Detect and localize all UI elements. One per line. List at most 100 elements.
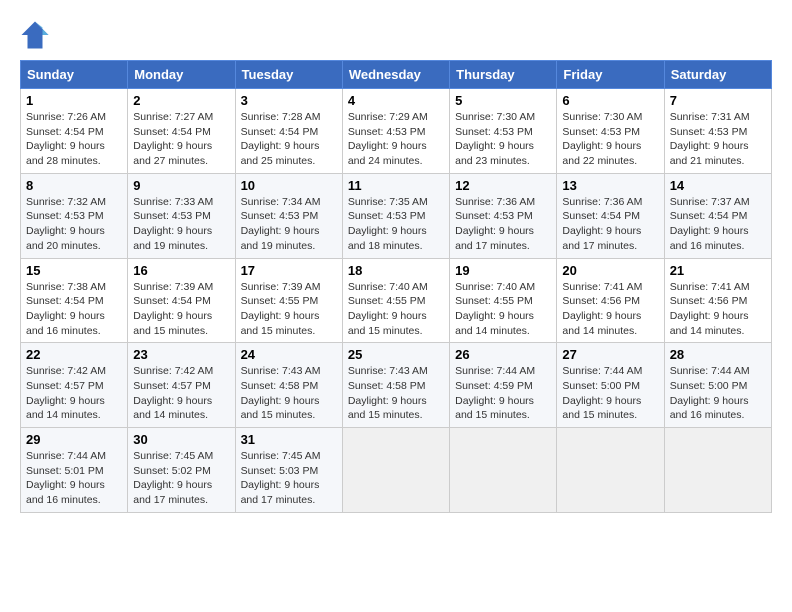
day-info: Sunrise: 7:35 AMSunset: 4:53 PMDaylight:…	[348, 195, 444, 254]
calendar-cell: 18 Sunrise: 7:40 AMSunset: 4:55 PMDayligh…	[342, 258, 449, 343]
calendar-cell: 5 Sunrise: 7:30 AMSunset: 4:53 PMDaylight…	[450, 89, 557, 174]
day-number: 10	[241, 178, 337, 193]
calendar-cell: 11 Sunrise: 7:35 AMSunset: 4:53 PMDayligh…	[342, 173, 449, 258]
calendar-cell: 6 Sunrise: 7:30 AMSunset: 4:53 PMDaylight…	[557, 89, 664, 174]
calendar-cell: 20 Sunrise: 7:41 AMSunset: 4:56 PMDayligh…	[557, 258, 664, 343]
day-number: 12	[455, 178, 551, 193]
day-number: 20	[562, 263, 658, 278]
day-number: 24	[241, 347, 337, 362]
calendar-cell: 8Sunrise: 7:32 AMSunset: 4:53 PMDaylight…	[21, 173, 128, 258]
day-number: 26	[455, 347, 551, 362]
day-info: Sunrise: 7:34 AMSunset: 4:53 PMDaylight:…	[241, 195, 337, 254]
day-info: Sunrise: 7:38 AMSunset: 4:54 PMDaylight:…	[26, 280, 122, 339]
day-number: 9	[133, 178, 229, 193]
day-number: 5	[455, 93, 551, 108]
day-info: Sunrise: 7:28 AMSunset: 4:54 PMDaylight:…	[241, 110, 337, 169]
day-number: 18	[348, 263, 444, 278]
day-info: Sunrise: 7:36 AMSunset: 4:53 PMDaylight:…	[455, 195, 551, 254]
calendar-cell: 1 Sunrise: 7:26 AMSunset: 4:54 PMDaylight…	[21, 89, 128, 174]
day-info: Sunrise: 7:44 AMSunset: 5:00 PMDaylight:…	[562, 364, 658, 423]
day-info: Sunrise: 7:26 AMSunset: 4:54 PMDaylight:…	[26, 110, 122, 169]
page-header	[20, 20, 772, 50]
day-number: 4	[348, 93, 444, 108]
day-number: 28	[670, 347, 766, 362]
calendar-cell: 10 Sunrise: 7:34 AMSunset: 4:53 PMDayligh…	[235, 173, 342, 258]
calendar-cell: 14Sunrise: 7:37 AMSunset: 4:54 PMDayligh…	[664, 173, 771, 258]
day-info: Sunrise: 7:42 AMSunset: 4:57 PMDaylight:…	[133, 364, 229, 423]
day-info: Sunrise: 7:32 AMSunset: 4:53 PMDaylight:…	[26, 195, 122, 254]
day-info: Sunrise: 7:29 AMSunset: 4:53 PMDaylight:…	[348, 110, 444, 169]
day-info: Sunrise: 7:41 AMSunset: 4:56 PMDaylight:…	[562, 280, 658, 339]
day-number: 21	[670, 263, 766, 278]
day-number: 31	[241, 432, 337, 447]
day-info: Sunrise: 7:40 AMSunset: 4:55 PMDaylight:…	[455, 280, 551, 339]
calendar-cell: 24Sunrise: 7:43 AMSunset: 4:58 PMDayligh…	[235, 343, 342, 428]
day-number: 1	[26, 93, 122, 108]
calendar-cell: 17 Sunrise: 7:39 AMSunset: 4:55 PMDayligh…	[235, 258, 342, 343]
day-number: 11	[348, 178, 444, 193]
calendar-header-row: SundayMondayTuesdayWednesdayThursdayFrid…	[21, 61, 772, 89]
day-info: Sunrise: 7:30 AMSunset: 4:53 PMDaylight:…	[562, 110, 658, 169]
calendar-cell: 7 Sunrise: 7:31 AMSunset: 4:53 PMDaylight…	[664, 89, 771, 174]
weekday-header-friday: Friday	[557, 61, 664, 89]
weekday-header-sunday: Sunday	[21, 61, 128, 89]
calendar-cell: 3 Sunrise: 7:28 AMSunset: 4:54 PMDaylight…	[235, 89, 342, 174]
calendar-cell: 16 Sunrise: 7:39 AMSunset: 4:54 PMDayligh…	[128, 258, 235, 343]
day-number: 7	[670, 93, 766, 108]
day-info: Sunrise: 7:31 AMSunset: 4:53 PMDaylight:…	[670, 110, 766, 169]
day-number: 2	[133, 93, 229, 108]
day-number: 6	[562, 93, 658, 108]
day-info: Sunrise: 7:44 AMSunset: 4:59 PMDaylight:…	[455, 364, 551, 423]
weekday-header-tuesday: Tuesday	[235, 61, 342, 89]
weekday-header-thursday: Thursday	[450, 61, 557, 89]
calendar-cell	[557, 428, 664, 513]
day-info: Sunrise: 7:40 AMSunset: 4:55 PMDaylight:…	[348, 280, 444, 339]
day-info: Sunrise: 7:44 AMSunset: 5:00 PMDaylight:…	[670, 364, 766, 423]
calendar-cell	[450, 428, 557, 513]
day-info: Sunrise: 7:39 AMSunset: 4:54 PMDaylight:…	[133, 280, 229, 339]
calendar-week-row: 29Sunrise: 7:44 AMSunset: 5:01 PMDayligh…	[21, 428, 772, 513]
calendar-cell: 12 Sunrise: 7:36 AMSunset: 4:53 PMDayligh…	[450, 173, 557, 258]
calendar-week-row: 8Sunrise: 7:32 AMSunset: 4:53 PMDaylight…	[21, 173, 772, 258]
calendar-cell: 13 Sunrise: 7:36 AMSunset: 4:54 PMDayligh…	[557, 173, 664, 258]
weekday-header-saturday: Saturday	[664, 61, 771, 89]
calendar-cell: 31Sunrise: 7:45 AMSunset: 5:03 PMDayligh…	[235, 428, 342, 513]
calendar-week-row: 22Sunrise: 7:42 AMSunset: 4:57 PMDayligh…	[21, 343, 772, 428]
calendar-cell: 28 Sunrise: 7:44 AMSunset: 5:00 PMDayligh…	[664, 343, 771, 428]
calendar-cell: 29Sunrise: 7:44 AMSunset: 5:01 PMDayligh…	[21, 428, 128, 513]
weekday-header-monday: Monday	[128, 61, 235, 89]
day-info: Sunrise: 7:39 AMSunset: 4:55 PMDaylight:…	[241, 280, 337, 339]
calendar-cell: 30 Sunrise: 7:45 AMSunset: 5:02 PMDayligh…	[128, 428, 235, 513]
day-info: Sunrise: 7:41 AMSunset: 4:56 PMDaylight:…	[670, 280, 766, 339]
calendar-cell	[664, 428, 771, 513]
calendar-cell: 23 Sunrise: 7:42 AMSunset: 4:57 PMDayligh…	[128, 343, 235, 428]
calendar-week-row: 15 Sunrise: 7:38 AMSunset: 4:54 PMDayligh…	[21, 258, 772, 343]
day-number: 25	[348, 347, 444, 362]
calendar-cell: 4 Sunrise: 7:29 AMSunset: 4:53 PMDaylight…	[342, 89, 449, 174]
day-number: 17	[241, 263, 337, 278]
calendar-cell: 27 Sunrise: 7:44 AMSunset: 5:00 PMDayligh…	[557, 343, 664, 428]
day-number: 3	[241, 93, 337, 108]
day-info: Sunrise: 7:36 AMSunset: 4:54 PMDaylight:…	[562, 195, 658, 254]
weekday-header-wednesday: Wednesday	[342, 61, 449, 89]
calendar-week-row: 1 Sunrise: 7:26 AMSunset: 4:54 PMDaylight…	[21, 89, 772, 174]
day-number: 27	[562, 347, 658, 362]
logo	[20, 20, 54, 50]
day-number: 30	[133, 432, 229, 447]
day-number: 15	[26, 263, 122, 278]
day-number: 16	[133, 263, 229, 278]
calendar-table: SundayMondayTuesdayWednesdayThursdayFrid…	[20, 60, 772, 513]
calendar-cell: 2 Sunrise: 7:27 AMSunset: 4:54 PMDaylight…	[128, 89, 235, 174]
calendar-cell: 25 Sunrise: 7:43 AMSunset: 4:58 PMDayligh…	[342, 343, 449, 428]
day-number: 13	[562, 178, 658, 193]
day-info: Sunrise: 7:45 AMSunset: 5:02 PMDaylight:…	[133, 449, 229, 508]
day-number: 23	[133, 347, 229, 362]
day-info: Sunrise: 7:27 AMSunset: 4:54 PMDaylight:…	[133, 110, 229, 169]
calendar-cell: 21 Sunrise: 7:41 AMSunset: 4:56 PMDayligh…	[664, 258, 771, 343]
calendar-cell: 9Sunrise: 7:33 AMSunset: 4:53 PMDaylight…	[128, 173, 235, 258]
day-info: Sunrise: 7:30 AMSunset: 4:53 PMDaylight:…	[455, 110, 551, 169]
day-info: Sunrise: 7:43 AMSunset: 4:58 PMDaylight:…	[348, 364, 444, 423]
calendar-cell: 19Sunrise: 7:40 AMSunset: 4:55 PMDayligh…	[450, 258, 557, 343]
day-number: 29	[26, 432, 122, 447]
logo-icon	[20, 20, 50, 50]
